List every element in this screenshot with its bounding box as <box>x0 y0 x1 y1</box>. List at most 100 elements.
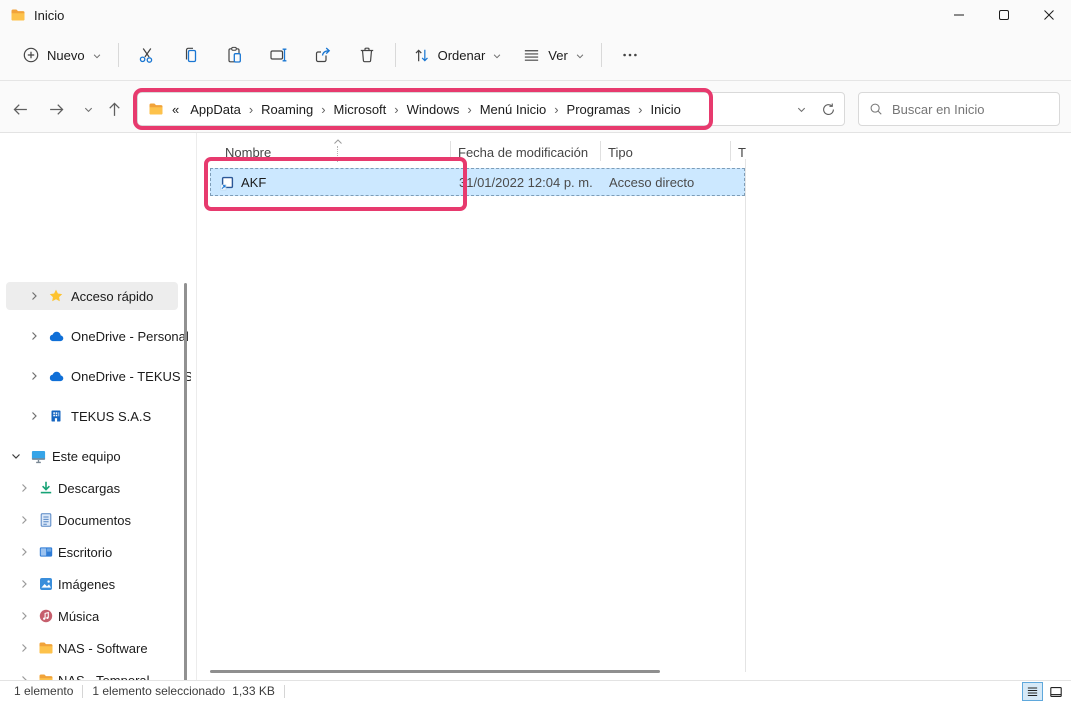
column-divider[interactable] <box>450 141 451 161</box>
chevron-right-icon[interactable] <box>18 578 30 590</box>
details-view-button[interactable] <box>1022 682 1043 701</box>
sidebar-item-escritorio[interactable]: Escritorio <box>0 538 184 566</box>
chevron-down-icon <box>796 104 807 115</box>
rename-button[interactable] <box>257 37 301 73</box>
search-box[interactable] <box>858 92 1060 126</box>
thumbnails-view-button[interactable] <box>1045 682 1066 701</box>
close-button[interactable] <box>1026 0 1071 30</box>
chevron-right-icon[interactable] <box>28 370 40 382</box>
search-input[interactable] <box>892 102 1042 117</box>
sidebar-item-label: Este equipo <box>52 449 121 464</box>
chevron-right-icon[interactable] <box>28 330 40 342</box>
breadcrumb-item-microsoft[interactable]: Microsoft <box>327 102 394 117</box>
file-row-akf[interactable]: AKF 31/01/2022 12:04 p. m. Acceso direct… <box>210 168 745 196</box>
chevron-right-icon[interactable] <box>18 642 30 654</box>
share-button[interactable] <box>301 37 345 73</box>
chevron-right-icon[interactable] <box>18 610 30 622</box>
chevron-down-icon[interactable] <box>10 450 22 462</box>
onedrive-cloud-icon <box>48 368 65 385</box>
details-view-icon <box>1026 685 1039 698</box>
forward-button[interactable] <box>44 97 68 121</box>
star-icon <box>48 288 64 304</box>
breadcrumb-item-programas[interactable]: Programas <box>560 102 638 117</box>
sidebar-item-label: OneDrive - Personal <box>71 329 189 344</box>
status-divider <box>82 685 83 698</box>
chevron-right-icon[interactable] <box>18 514 30 526</box>
sidebar-item-label: TEKUS S.A.S <box>71 409 151 424</box>
chevron-down-icon <box>575 51 585 61</box>
minimize-button[interactable] <box>936 0 981 30</box>
downloads-icon <box>38 480 54 496</box>
sidebar-scrollbar[interactable] <box>184 283 187 680</box>
sidebar-item-descargas[interactable]: Descargas <box>0 474 184 502</box>
maximize-button[interactable] <box>981 0 1026 30</box>
sort-button-label: Ordenar <box>438 48 486 63</box>
refresh-button[interactable] <box>821 102 836 117</box>
column-divider[interactable] <box>730 141 731 161</box>
sidebar-item-onedrive-personal[interactable]: OneDrive - Personal <box>0 322 184 350</box>
up-button[interactable] <box>102 97 126 121</box>
column-header-fecha[interactable]: Fecha de modificación <box>458 140 588 164</box>
folder-icon <box>38 640 54 656</box>
column-drag-indicator <box>337 146 338 162</box>
window-title: Inicio <box>34 8 64 23</box>
cut-button[interactable] <box>125 37 169 73</box>
sidebar-item-label: Música <box>58 609 99 624</box>
horizontal-scrollbar[interactable] <box>210 670 660 673</box>
chevron-right-icon[interactable] <box>18 546 30 558</box>
sidebar-item-documentos[interactable]: Documentos <box>0 506 184 534</box>
delete-button[interactable] <box>345 37 389 73</box>
navigation-pane: Acceso rápido OneDrive - Personal OneDri… <box>0 133 196 680</box>
sidebar-item-label: OneDrive - TEKUS S.A.S <box>71 369 191 384</box>
back-button[interactable] <box>8 97 32 121</box>
sidebar-item-este-equipo[interactable]: Este equipo <box>0 442 184 470</box>
view-button-label: Ver <box>548 48 568 63</box>
rename-icon <box>269 45 289 65</box>
chevron-right-icon[interactable] <box>28 290 40 302</box>
chevron-right-icon[interactable] <box>18 482 30 494</box>
sort-icon <box>412 46 431 65</box>
up-arrow-icon <box>106 101 123 118</box>
onedrive-cloud-icon <box>48 328 65 345</box>
selection-size: 1,33 KB <box>232 684 275 698</box>
sidebar-item-acceso-rapido[interactable]: Acceso rápido <box>0 282 184 310</box>
folder-icon <box>148 101 164 117</box>
column-header-label: T <box>738 145 746 160</box>
plus-circle-icon <box>22 46 40 64</box>
breadcrumb-item-windows[interactable]: Windows <box>400 102 467 117</box>
selection-count: 1 elemento seleccionado <box>92 684 225 698</box>
sidebar-item-onedrive-tekus[interactable]: OneDrive - TEKUS S.A.S <box>0 362 184 390</box>
more-options-button[interactable] <box>608 37 652 73</box>
breadcrumb-item-roaming[interactable]: Roaming <box>254 102 320 117</box>
copy-button[interactable] <box>169 37 213 73</box>
sidebar-item-label: Documentos <box>58 513 131 528</box>
sidebar-item-imagenes[interactable]: Imágenes <box>0 570 184 598</box>
breadcrumb-overflow[interactable]: « <box>164 102 183 117</box>
new-button[interactable]: Nuevo <box>12 37 112 73</box>
recent-locations-button[interactable] <box>76 97 100 121</box>
paste-button[interactable] <box>213 37 257 73</box>
folder-icon <box>38 672 54 680</box>
view-list-icon <box>522 46 541 65</box>
address-bar[interactable]: « AppData › Roaming › Microsoft › Window… <box>137 92 845 126</box>
view-button[interactable]: Ver <box>512 37 595 73</box>
command-bar: Nuevo Ordenar Ver <box>0 30 1071 81</box>
sidebar-item-nas-software[interactable]: NAS - Software <box>0 634 184 662</box>
sidebar-item-label: NAS - Software <box>58 641 148 656</box>
trash-icon <box>357 45 377 65</box>
sidebar-item-musica[interactable]: Música <box>0 602 184 630</box>
item-count: 1 elemento <box>14 684 73 698</box>
breadcrumb-item-appdata[interactable]: AppData <box>183 102 248 117</box>
sort-button[interactable]: Ordenar <box>402 37 513 73</box>
sidebar-item-nas-temporal[interactable]: NAS - Temporal <box>0 666 184 680</box>
breadcrumb-item-inicio[interactable]: Inicio <box>643 102 687 117</box>
column-divider[interactable] <box>600 141 601 161</box>
chevron-right-icon[interactable] <box>28 410 40 422</box>
column-header-label: Fecha de modificación <box>458 145 588 160</box>
column-header-nombre[interactable]: Nombre <box>225 140 271 164</box>
status-divider <box>284 685 285 698</box>
sidebar-item-tekus[interactable]: TEKUS S.A.S <box>0 402 184 430</box>
address-dropdown-button[interactable] <box>796 104 807 115</box>
column-header-tipo[interactable]: Tipo <box>608 140 633 164</box>
breadcrumb-item-menu-inicio[interactable]: Menú Inicio <box>473 102 553 117</box>
